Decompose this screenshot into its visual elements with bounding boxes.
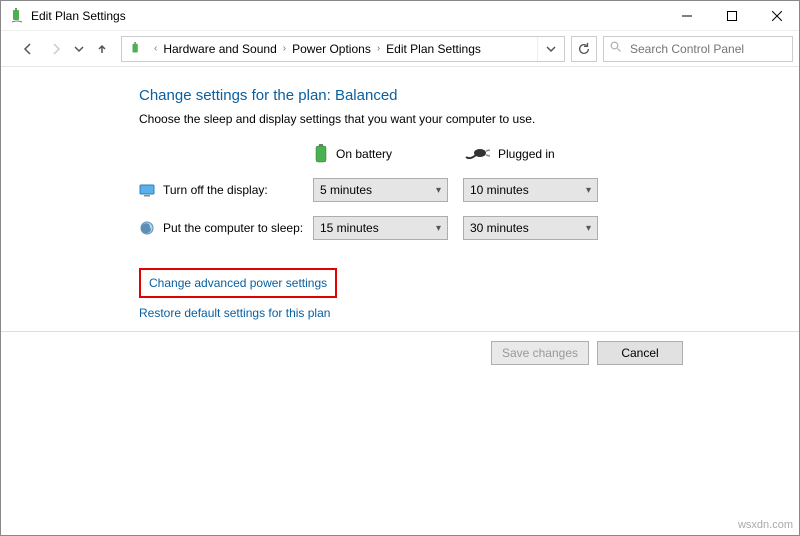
- up-button[interactable]: [89, 36, 115, 62]
- close-button[interactable]: [754, 1, 799, 30]
- search-input[interactable]: [628, 41, 786, 57]
- restore-defaults-link[interactable]: Restore default settings for this plan: [139, 306, 330, 320]
- chevron-down-icon: ▾: [586, 185, 591, 196]
- chevron-left-icon: ‹: [154, 43, 157, 54]
- recent-locations-button[interactable]: [71, 36, 87, 62]
- dropdown-value: 10 minutes: [470, 183, 529, 197]
- advanced-settings-link[interactable]: Change advanced power settings: [149, 276, 327, 290]
- plug-icon: [464, 147, 490, 161]
- cancel-button[interactable]: Cancel: [597, 341, 683, 365]
- sleep-icon: [139, 220, 155, 236]
- dropdown-value: 5 minutes: [320, 183, 372, 197]
- breadcrumb-item[interactable]: Hardware and Sound: [163, 42, 276, 56]
- page-heading: Change settings for the plan: Balanced: [139, 87, 799, 104]
- setting-label: Turn off the display:: [163, 183, 313, 197]
- dropdown-value: 15 minutes: [320, 221, 379, 235]
- chevron-down-icon: ▾: [586, 223, 591, 234]
- chevron-down-icon: ▾: [436, 223, 441, 234]
- chevron-down-icon: ▾: [436, 185, 441, 196]
- sleep-battery-dropdown[interactable]: 15 minutes ▾: [313, 216, 448, 240]
- display-plugged-dropdown[interactable]: 10 minutes ▾: [463, 178, 598, 202]
- window-title: Edit Plan Settings: [31, 9, 126, 23]
- address-bar[interactable]: ‹ Hardware and Sound › Power Options › E…: [121, 36, 565, 62]
- setting-row-sleep: Put the computer to sleep: 15 minutes ▾ …: [139, 216, 799, 240]
- breadcrumb-item[interactable]: Edit Plan Settings: [386, 42, 481, 56]
- column-plugged-label: Plugged in: [498, 147, 555, 161]
- search-box[interactable]: [603, 36, 793, 62]
- setting-row-display: Turn off the display: 5 minutes ▾ 10 min…: [139, 178, 799, 202]
- highlight-box: Change advanced power settings: [139, 268, 337, 298]
- chevron-right-icon: ›: [377, 43, 380, 54]
- refresh-button[interactable]: [571, 36, 597, 62]
- title-bar: Edit Plan Settings: [1, 1, 799, 31]
- column-battery-label: On battery: [336, 147, 392, 161]
- links-section: Change advanced power settings Restore d…: [139, 268, 799, 320]
- setting-label: Put the computer to sleep:: [163, 221, 313, 235]
- chevron-right-icon: ›: [283, 43, 286, 54]
- column-headers: On battery Plugged in: [139, 144, 799, 164]
- display-icon: [139, 182, 155, 198]
- save-button[interactable]: Save changes: [491, 341, 589, 365]
- power-options-icon: [128, 41, 144, 57]
- sleep-plugged-dropdown[interactable]: 30 minutes ▾: [463, 216, 598, 240]
- battery-icon: [314, 144, 328, 164]
- footer-bar: Save changes Cancel: [1, 331, 799, 373]
- search-icon: [610, 41, 622, 56]
- dropdown-value: 30 minutes: [470, 221, 529, 235]
- minimize-button[interactable]: [664, 1, 709, 30]
- maximize-button[interactable]: [709, 1, 754, 30]
- main-content: Change settings for the plan: Balanced C…: [1, 67, 799, 320]
- page-description: Choose the sleep and display settings th…: [139, 112, 799, 126]
- navigation-bar: ‹ Hardware and Sound › Power Options › E…: [1, 31, 799, 67]
- breadcrumb-item[interactable]: Power Options: [292, 42, 371, 56]
- back-button[interactable]: [15, 36, 41, 62]
- power-app-icon: [9, 8, 25, 24]
- display-battery-dropdown[interactable]: 5 minutes ▾: [313, 178, 448, 202]
- forward-button[interactable]: [43, 36, 69, 62]
- address-dropdown[interactable]: [537, 37, 564, 61]
- window-controls: [664, 1, 799, 30]
- watermark: wsxdn.com: [738, 519, 793, 531]
